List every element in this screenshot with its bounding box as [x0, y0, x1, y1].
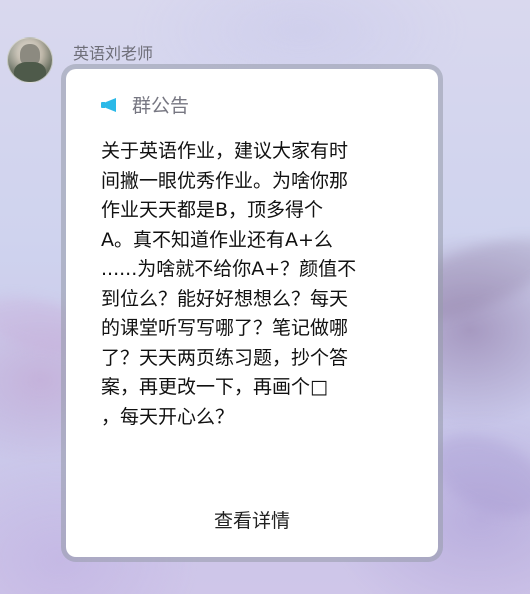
avatar[interactable] [7, 37, 53, 83]
group-notice-card[interactable]: 群公告 关于英语作业，建议大家有时 间撇一眼优秀作业。为啥你那 作业天天都是B，顶多… [66, 69, 438, 557]
view-details-link[interactable]: 查看详情 [66, 506, 438, 533]
notice-body-line: 的课堂听写写哪了？笔记做哪 [101, 317, 349, 339]
notice-body-line: 间撇一眼优秀作业。为啥你那 [101, 169, 349, 192]
notice-header: 群公告 [100, 91, 189, 118]
notice-body-line: 案，再更改一下，再画个□ [101, 376, 328, 398]
notice-title: 群公告 [132, 95, 190, 117]
notice-body-line: ......为啥就不给你A+？颜值不 [101, 258, 357, 280]
notice-body-line: 关于英语作业，建议大家有时 [101, 140, 349, 162]
avatar-body [14, 62, 46, 82]
notice-body: 关于英语作业，建议大家有时 间撇一眼优秀作业。为啥你那 作业天天都是B，顶多得个 A。… [101, 137, 419, 432]
notice-body-line: 到位么？能好好想想么？每天 [101, 287, 349, 310]
notice-body-line: 作业天天都是B，顶多得个 [101, 199, 324, 221]
notice-body-line: A。真不知道作业还有A+么 [101, 228, 333, 251]
notice-body-line: ，每天开心么？ [101, 405, 235, 428]
notice-body-line: 了？天天两页练习题，抄个答 [101, 346, 349, 369]
megaphone-icon [100, 97, 120, 113]
sender-name[interactable]: 英语刘老师 [73, 40, 153, 64]
